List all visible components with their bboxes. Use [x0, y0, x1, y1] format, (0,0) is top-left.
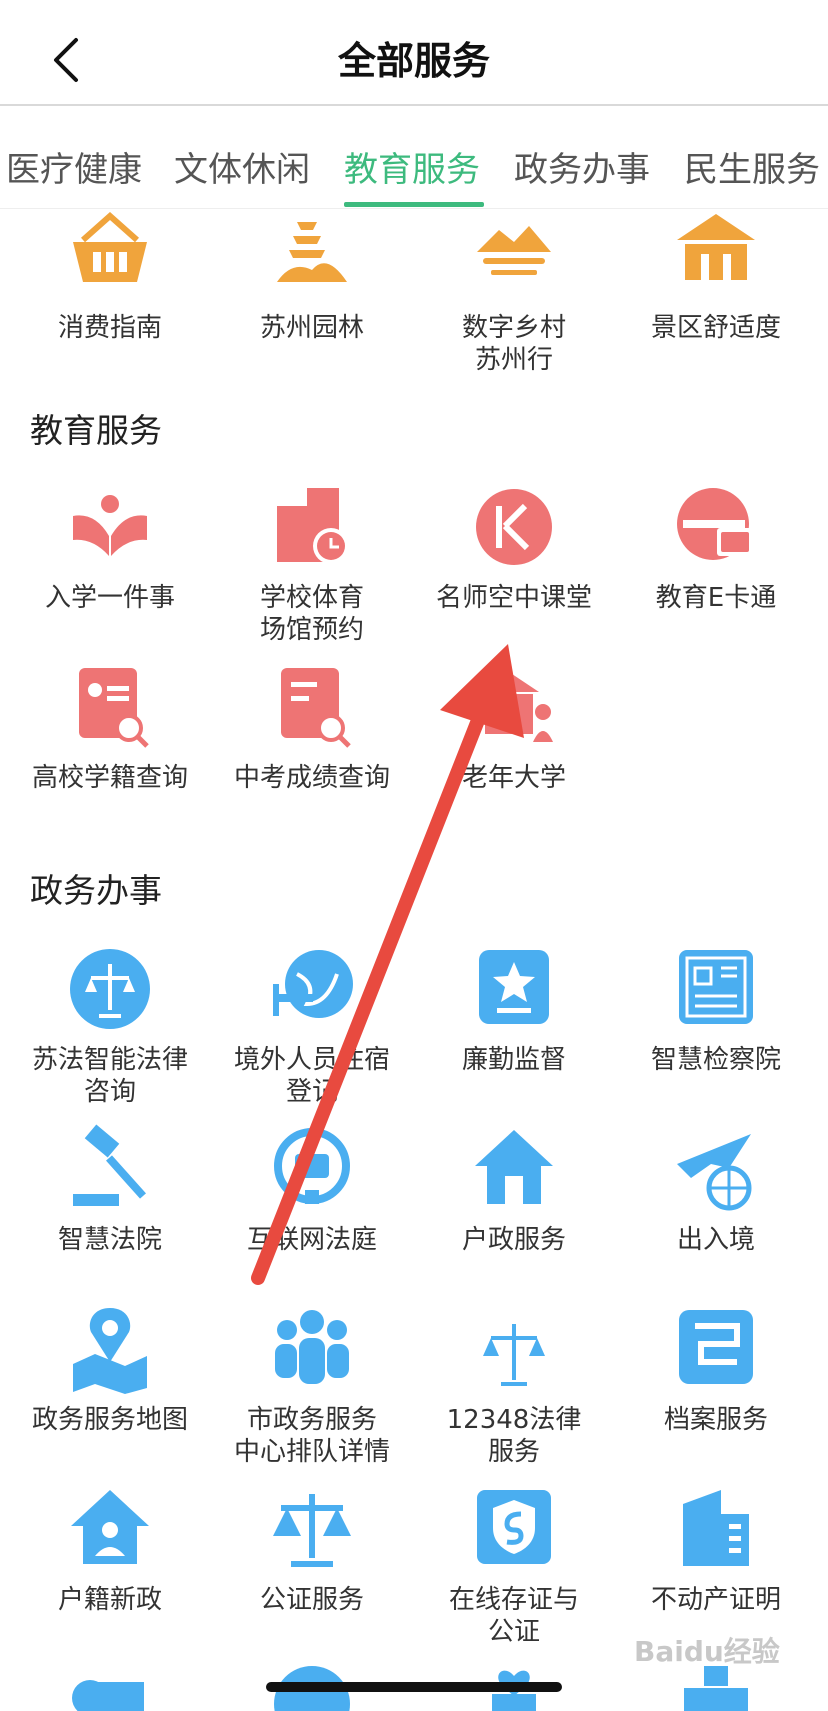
service-label: 苏法智能法律 咨询 — [31, 1045, 188, 1107]
service-label: 消费指南 — [57, 313, 162, 343]
service-label: 智慧法院 — [57, 1225, 162, 1255]
archive-seal-icon — [679, 1310, 753, 1384]
globe-bed-icon — [273, 950, 353, 1018]
people-group-icon — [275, 1310, 349, 1384]
ai-scales-icon — [70, 949, 150, 1029]
tab-medical[interactable]: 医疗健康 — [6, 142, 142, 191]
service-household-registration[interactable]: 户政服务 — [414, 1124, 614, 1256]
service-archives[interactable]: 档案服务 — [616, 1304, 816, 1436]
office-building-icon — [683, 1490, 749, 1566]
tab-culture[interactable]: 文体休闲 — [174, 142, 310, 191]
service-label: 高校学籍查询 — [31, 763, 188, 793]
stamp-icon — [684, 1666, 748, 1711]
house-icon — [475, 1130, 553, 1204]
map-pin-icon — [73, 1308, 147, 1394]
page-title: 全部服务 — [337, 39, 490, 83]
star-badge-icon — [479, 950, 549, 1024]
service-enrollment[interactable]: 入学一件事 — [10, 482, 210, 614]
service-label: 不动产证明 — [650, 1585, 781, 1615]
service-label: 教育E卡通 — [655, 583, 777, 613]
service-internet-court[interactable]: 互联网法庭 — [212, 1124, 412, 1256]
service-label: 互联网法庭 — [246, 1225, 377, 1255]
scales-icon — [483, 1324, 545, 1386]
nav-bar: 全部服务 — [0, 0, 828, 106]
service-school-venue-booking[interactable]: 学校体育 场馆预约 — [212, 482, 412, 646]
service-legal-12348[interactable]: 12348法律 服务 — [414, 1304, 614, 1468]
service-ai-legal-consult[interactable]: 苏法智能法律 咨询 — [10, 944, 210, 1108]
house-person-icon — [71, 1490, 149, 1564]
service-entry-exit[interactable]: 出入境 — [616, 1124, 816, 1256]
document-search-icon — [281, 668, 351, 748]
service-label: 入学一件事 — [44, 583, 175, 613]
service-gov-map[interactable]: 政务服务地图 — [10, 1304, 210, 1436]
service-suzhou-gardens[interactable]: 苏州园林 — [212, 212, 412, 344]
service-label: 智慧检察院 — [650, 1045, 781, 1075]
globe-screen-icon — [274, 1128, 350, 1204]
gavel-icon — [73, 1124, 146, 1206]
service-label: 户籍新政 — [57, 1585, 162, 1615]
home-indicator — [266, 1682, 562, 1692]
service-consumer-guide[interactable]: 消费指南 — [10, 212, 210, 344]
basket-icon — [73, 212, 147, 282]
service-exam-score-query[interactable]: 中考成绩查询 — [212, 662, 412, 794]
service-edu-ecard[interactable]: 教育E卡通 — [616, 482, 816, 614]
service-label: 中考成绩查询 — [233, 763, 390, 793]
service-student-status-query[interactable]: 高校学籍查询 — [10, 662, 210, 794]
id-card-search-icon — [79, 668, 149, 748]
service-label: 境外人员住宿 登记 — [233, 1045, 390, 1107]
service-label: 市政务服务 中心排队详情 — [233, 1405, 390, 1467]
service-label: 户政服务 — [461, 1225, 566, 1255]
service-label: 廉勤监督 — [461, 1045, 566, 1075]
open-book-icon — [73, 495, 147, 556]
airplane-globe-icon — [677, 1134, 752, 1211]
service-label: 老年大学 — [461, 763, 566, 793]
service-scenic-comfort[interactable]: 景区舒适度 — [616, 212, 816, 344]
service-digital-village[interactable]: 数字乡村 苏州行 — [414, 212, 614, 376]
shield-badge-icon — [477, 1490, 551, 1564]
section-title-education: 教育服务 — [30, 411, 162, 450]
category-tabs: 医疗健康 文体休闲 教育服务 政务办事 民生服务 — [0, 106, 828, 209]
service-smart-procuratorate[interactable]: 智慧检察院 — [616, 944, 816, 1076]
k-logo-icon — [476, 489, 552, 565]
senior-school-icon — [479, 672, 553, 742]
service-label: 档案服务 — [663, 1405, 768, 1435]
service-label: 学校体育 场馆预约 — [259, 583, 364, 645]
calendar-icon — [72, 1680, 144, 1711]
service-senior-university[interactable]: 老年大学 — [414, 662, 614, 794]
pagoda-icon — [277, 222, 347, 282]
service-property-certificate[interactable]: 不动产证明 — [616, 1484, 816, 1616]
seal-stamp-icon — [679, 950, 753, 1024]
tab-livelihood[interactable]: 民生服务 — [684, 142, 820, 191]
village-landscape-icon — [477, 226, 551, 275]
service-integrity-supervision[interactable]: 廉勤监督 — [414, 944, 614, 1076]
service-label: 政务服务地图 — [31, 1405, 188, 1435]
balance-scale-icon — [273, 1494, 351, 1567]
service-online-classroom[interactable]: 名师空中课堂 — [414, 482, 614, 614]
active-tab-indicator — [344, 202, 484, 207]
tab-government[interactable]: 政务办事 — [514, 142, 650, 191]
pavilion-icon — [677, 214, 755, 280]
service-foreigner-lodging[interactable]: 境外人员住宿 登记 — [212, 944, 412, 1108]
e-card-icon — [677, 488, 753, 560]
building-clock-icon — [277, 488, 349, 564]
service-household-policy[interactable]: 户籍新政 — [10, 1484, 210, 1616]
service-label: 数字乡村 苏州行 — [461, 313, 566, 375]
watermark-text: Baidu经验 — [634, 1635, 780, 1668]
tab-education[interactable]: 教育服务 — [344, 142, 480, 191]
service-label: 12348法律 服务 — [446, 1405, 582, 1467]
service-label: 名师空中课堂 — [435, 583, 592, 613]
service-label: 景区舒适度 — [650, 313, 781, 343]
service-online-notarization[interactable]: 在线存证与 公证 — [414, 1484, 614, 1648]
service-label: 苏州园林 — [259, 313, 364, 343]
service-queue-details[interactable]: 市政务服务 中心排队详情 — [212, 1304, 412, 1468]
service-smart-court[interactable]: 智慧法院 — [10, 1124, 210, 1256]
section-title-government: 政务办事 — [30, 871, 162, 910]
service-notary[interactable]: 公证服务 — [212, 1484, 412, 1616]
service-label: 公证服务 — [259, 1585, 364, 1615]
service-label: 出入境 — [676, 1225, 755, 1255]
service-label: 在线存证与 公证 — [448, 1585, 579, 1647]
